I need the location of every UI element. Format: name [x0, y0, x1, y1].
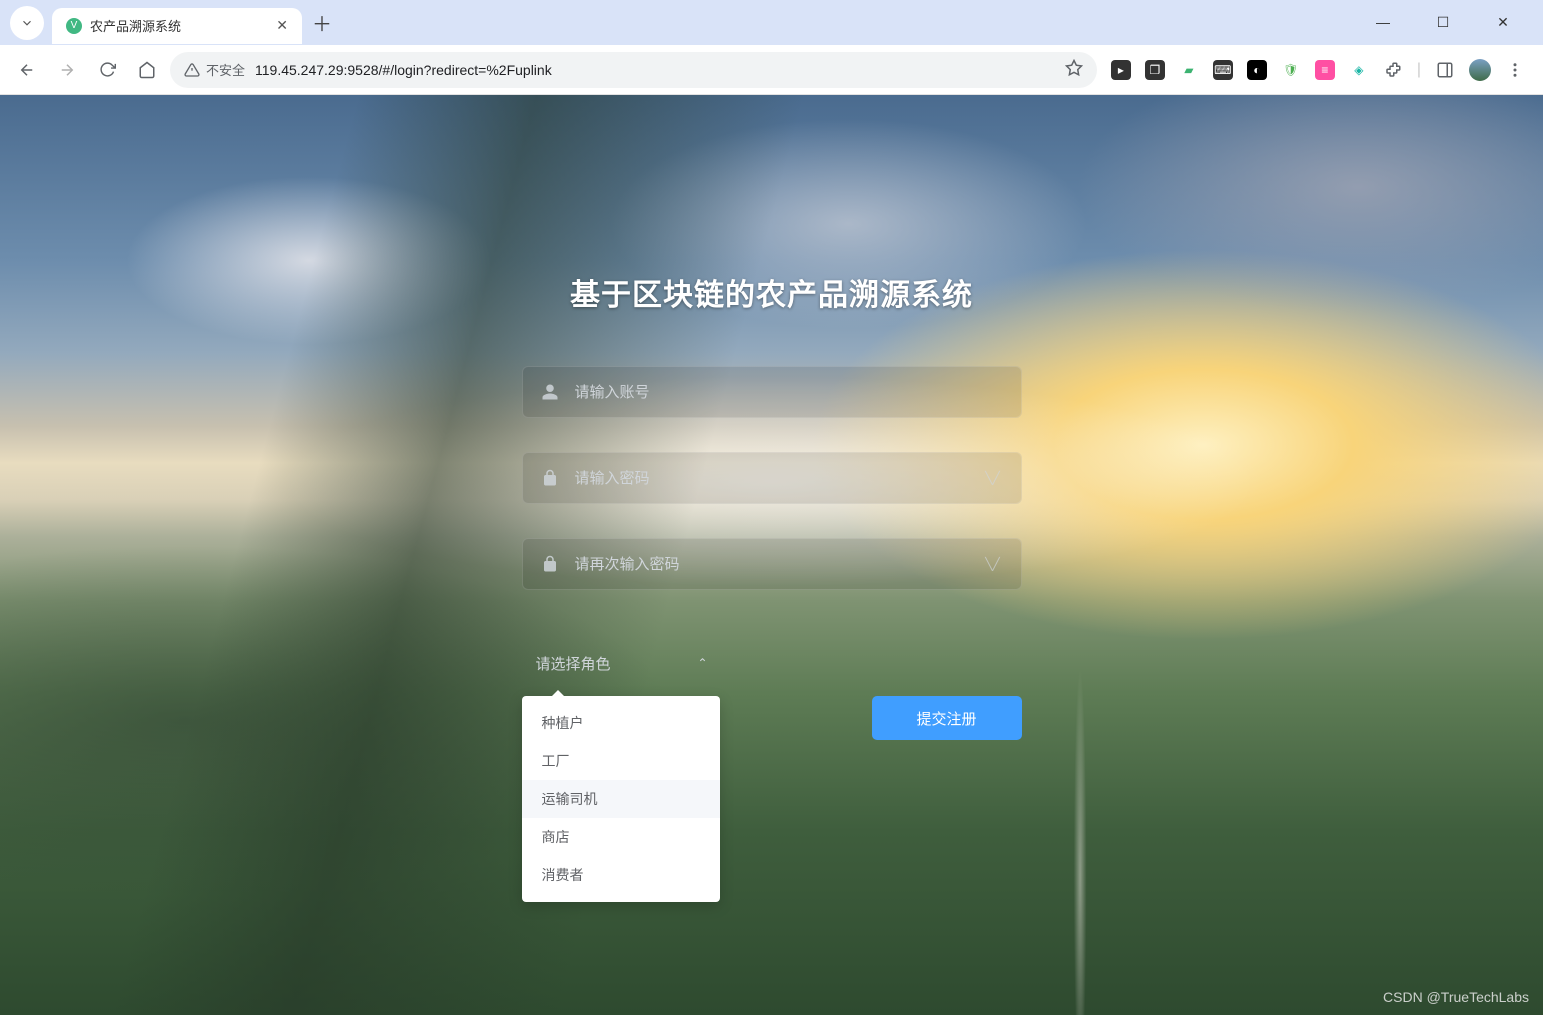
search-tabs-button[interactable] — [10, 6, 44, 40]
profile-avatar[interactable] — [1469, 59, 1491, 81]
role-dropdown: 种植户 工厂 运输司机 商店 消费者 — [522, 696, 720, 902]
submit-register-button[interactable]: 提交注册 — [872, 696, 1022, 740]
page-content: 基于区块链的农产品溯源系统 ╲╱ ╲╱ — [0, 95, 1543, 1015]
reload-button[interactable] — [90, 53, 124, 87]
extension-icon[interactable]: 🛡 — [1281, 60, 1301, 80]
login-panel: 基于区块链的农产品溯源系统 ╲╱ ╲╱ — [0, 95, 1543, 1015]
extension-icon[interactable]: ⌨ — [1213, 60, 1233, 80]
confirm-password-field[interactable]: ╲╱ — [522, 538, 1022, 590]
security-indicator[interactable]: 不安全 — [184, 60, 245, 79]
browser-tab[interactable]: V 农产品溯源系统 ✕ — [52, 8, 302, 44]
eye-closed-icon[interactable]: ╲╱ — [983, 471, 1003, 485]
eye-closed-icon[interactable]: ╲╱ — [983, 557, 1003, 571]
extension-icon[interactable]: ≡ — [1315, 60, 1335, 80]
password-input[interactable] — [575, 470, 967, 487]
browser-toolbar: 不安全 119.45.247.29:9528/#/login?redirect=… — [0, 45, 1543, 95]
close-tab-icon[interactable]: ✕ — [276, 17, 288, 34]
register-form: ╲╱ ╲╱ 请选择角色 ⌃ 种植户 工厂 — [522, 366, 1022, 740]
role-option[interactable]: 工厂 — [522, 742, 720, 780]
role-option[interactable]: 商店 — [522, 818, 720, 856]
url-text: 119.45.247.29:9528/#/login?redirect=%2Fu… — [255, 62, 1055, 78]
role-option[interactable]: 种植户 — [522, 704, 720, 742]
back-button[interactable] — [10, 53, 44, 87]
extension-icon[interactable]: ▸ — [1111, 60, 1131, 80]
address-bar[interactable]: 不安全 119.45.247.29:9528/#/login?redirect=… — [170, 52, 1097, 88]
tab-strip: V 农产品溯源系统 ✕ ＋ — ☐ ✕ — [0, 0, 1543, 45]
extensions-button[interactable] — [1383, 60, 1403, 80]
role-option[interactable]: 运输司机 — [522, 780, 720, 818]
forward-button[interactable] — [50, 53, 84, 87]
role-placeholder: 请选择角色 — [536, 653, 611, 674]
form-bottom-row: 请选择角色 ⌃ 种植户 工厂 运输司机 商店 消费者 提交注册 — [522, 642, 1022, 740]
minimize-button[interactable]: — — [1363, 14, 1403, 31]
watermark: CSDN @TrueTechLabs — [1383, 989, 1529, 1005]
new-tab-button[interactable]: ＋ — [312, 8, 332, 37]
extensions-area: ▸ ❐ ▰ ⌨ ◐ 🛡 ≡ ◈ | — [1103, 59, 1533, 81]
browser-window: V 农产品溯源系统 ✕ ＋ — ☐ ✕ 不安全 119.45. — [0, 0, 1543, 1015]
favicon-icon: V — [66, 18, 82, 34]
extension-icon[interactable]: ◈ — [1349, 60, 1369, 80]
side-panel-button[interactable] — [1435, 60, 1455, 80]
maximize-button[interactable]: ☐ — [1423, 14, 1463, 31]
extension-icon[interactable]: ◐ — [1247, 60, 1267, 80]
tab-title: 农产品溯源系统 — [90, 16, 181, 35]
lock-icon — [541, 469, 559, 487]
extension-icon[interactable]: ❐ — [1145, 60, 1165, 80]
bookmark-star-icon[interactable] — [1065, 59, 1083, 80]
user-icon — [541, 383, 559, 401]
window-controls: — ☐ ✕ — [1343, 14, 1543, 31]
account-input[interactable] — [575, 384, 1003, 401]
lock-icon — [541, 555, 559, 573]
insecure-label: 不安全 — [206, 60, 245, 79]
role-option[interactable]: 消费者 — [522, 856, 720, 894]
chevron-up-icon: ⌃ — [697, 656, 707, 670]
close-window-button[interactable]: ✕ — [1483, 14, 1523, 31]
home-button[interactable] — [130, 53, 164, 87]
extension-icon[interactable]: ▰ — [1179, 60, 1199, 80]
page-title: 基于区块链的农产品溯源系统 — [570, 270, 973, 314]
account-field[interactable] — [522, 366, 1022, 418]
confirm-password-input[interactable] — [575, 556, 967, 573]
chrome-menu-button[interactable] — [1505, 60, 1525, 80]
password-field[interactable]: ╲╱ — [522, 452, 1022, 504]
role-select[interactable]: 请选择角色 ⌃ 种植户 工厂 运输司机 商店 消费者 — [522, 642, 722, 684]
role-select-trigger[interactable]: 请选择角色 ⌃ — [522, 642, 722, 684]
